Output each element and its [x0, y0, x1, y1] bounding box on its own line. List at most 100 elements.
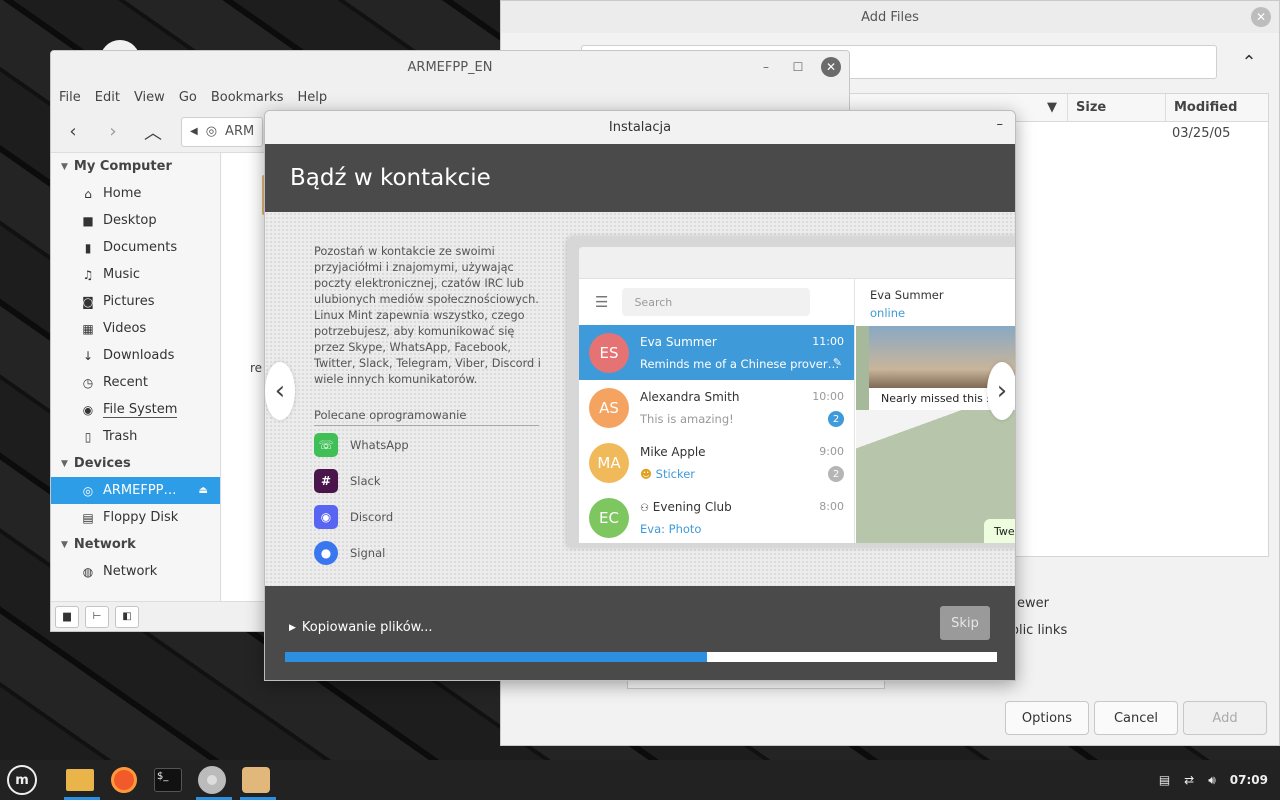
sidebar-section-devices[interactable]: ▼ Devices: [51, 450, 220, 477]
chat-item: ES Eva Summer 11:00 Reminds me of a Chin…: [579, 325, 854, 380]
menu-edit[interactable]: Edit: [95, 90, 130, 105]
telegram-screenshot: ☰ Search ES Eva Summer 11:00 Reminds me …: [567, 237, 1015, 547]
sidebar-item-trash[interactable]: ▯ Trash: [51, 423, 220, 450]
up-icon[interactable]: ︿: [141, 119, 165, 145]
caret-left-icon[interactable]: ◀: [190, 126, 198, 137]
sidebar-item-armefpp[interactable]: ◎ ARMEFPP… ⏏: [51, 477, 220, 504]
eject-icon[interactable]: ⏏: [199, 485, 208, 496]
slack-icon: #: [314, 469, 338, 493]
chat-message-text: Sticker: [655, 467, 696, 481]
trash-icon: ▯: [84, 429, 92, 444]
notes-icon[interactable]: ▤: [1159, 773, 1170, 787]
file-label[interactable]: re: [250, 361, 262, 375]
options-button[interactable]: Options: [1005, 701, 1089, 735]
terminal-icon[interactable]: $_: [152, 765, 184, 795]
sidebar-item-label: Videos: [103, 321, 147, 336]
drive-icon: ◉: [82, 402, 94, 417]
toggle-sidebar-icon[interactable]: ◧: [115, 605, 139, 628]
sidebar-section-my-computer[interactable]: ▼ My Computer: [51, 153, 220, 180]
download-icon: ↓: [82, 348, 94, 363]
avatar: ES: [589, 333, 629, 373]
menu-help[interactable]: Help: [297, 90, 337, 105]
minimize-icon[interactable]: –: [757, 60, 775, 74]
clock[interactable]: 07:09: [1230, 773, 1268, 787]
sidebar-section-network[interactable]: ▼ Network: [51, 531, 220, 558]
add-button[interactable]: Add: [1183, 701, 1267, 735]
sidebar-item-downloads[interactable]: ↓ Downloads: [51, 342, 220, 369]
checkbox-label-links[interactable]: olic links: [1011, 623, 1067, 638]
chat-message: Eva: Photo: [640, 522, 702, 536]
volume-icon[interactable]: 🔊︎: [1208, 773, 1216, 788]
previous-slide-icon[interactable]: ‹: [265, 362, 295, 420]
app-label: Signal: [350, 546, 386, 560]
back-icon[interactable]: ‹: [61, 121, 85, 142]
mint-menu-icon[interactable]: m: [6, 765, 38, 795]
sidebar-item-home[interactable]: ⌂ Home: [51, 180, 220, 207]
recommended-title: Polecane oprogramowanie: [314, 408, 539, 426]
chevron-up-icon[interactable]: ⌃: [1237, 47, 1261, 77]
sidebar-item-label: File System: [103, 401, 178, 418]
forward-icon[interactable]: ›: [101, 121, 125, 142]
sidebar-item-label: Network: [103, 564, 158, 579]
fm-titlebar: ARMEFPP_EN – ☐ ✕: [51, 51, 849, 83]
sidebar-item-pictures[interactable]: ◙ Pictures: [51, 288, 220, 315]
status-expander[interactable]: ▶ Kopiowanie plików...: [289, 620, 432, 635]
sidebar-item-recent[interactable]: ◷ Recent: [51, 369, 220, 396]
minimize-icon[interactable]: –: [997, 117, 1004, 132]
progress-fill: [285, 652, 708, 662]
chat-name: Alexandra Smith: [640, 390, 740, 404]
menu-icon: ☰: [595, 293, 609, 311]
section-label: Network: [73, 537, 136, 552]
document-icon: ▮: [84, 240, 92, 255]
globe-icon: ◍: [82, 564, 94, 579]
breadcrumb[interactable]: ◀ ◎ ARM: [181, 116, 264, 147]
sidebar-item-desktop[interactable]: ■ Desktop: [51, 207, 220, 234]
column-size[interactable]: Size: [1068, 94, 1166, 121]
close-icon[interactable]: ✕: [821, 57, 841, 77]
sidebar-item-music[interactable]: ♫ Music: [51, 261, 220, 288]
next-slide-icon[interactable]: ›: [987, 362, 1015, 420]
chat-name: Mike Apple: [640, 445, 706, 459]
collapse-triangle-icon: ▼: [61, 458, 68, 469]
sidebar-item-network[interactable]: ◍ Network: [51, 558, 220, 585]
floppy-icon: ▤: [82, 510, 94, 525]
sidebar-item-file-system[interactable]: ◉ File System: [51, 396, 220, 423]
menu-bookmarks[interactable]: Bookmarks: [211, 90, 294, 105]
menu-view[interactable]: View: [134, 90, 175, 105]
row-modified: 03/25/05: [1172, 126, 1231, 141]
checkbox-label-viewer[interactable]: ewer: [1017, 596, 1049, 611]
discord-icon: ◉: [314, 505, 338, 529]
files-icon[interactable]: [64, 765, 100, 800]
archive-manager-icon[interactable]: [240, 765, 276, 800]
cancel-button[interactable]: Cancel: [1094, 701, 1178, 735]
network-icon[interactable]: ⇄: [1184, 773, 1194, 787]
contact-status: online: [870, 306, 906, 320]
slide-description: Pozostań w kontakcie ze swoimi przyjació…: [314, 245, 541, 386]
cd-icon[interactable]: [196, 765, 232, 800]
slideshow: Pozostań w kontakcie ze swoimi przyjació…: [265, 212, 1015, 586]
skip-button[interactable]: Skip: [940, 606, 990, 640]
sidebar-item-label: Documents: [103, 240, 178, 255]
add-files-title: Add Files: [861, 9, 919, 25]
sidebar-item-label: Trash: [103, 429, 138, 444]
unread-badge: 2: [828, 411, 844, 427]
menu-go[interactable]: Go: [179, 90, 207, 105]
sidebar-item-videos[interactable]: ▦ Videos: [51, 315, 220, 342]
tree-view-icon[interactable]: ⊢: [85, 605, 109, 628]
places-view-icon[interactable]: ▆: [55, 605, 79, 628]
sidebar-item-documents[interactable]: ▮ Documents: [51, 234, 220, 261]
collapse-triangle-icon: ▼: [61, 539, 68, 550]
sidebar: ▼ My Computer ⌂ Home ■ Desktop ▮ Documents …: [51, 153, 221, 603]
sidebar-item-floppy[interactable]: ▤ Floppy Disk: [51, 504, 220, 531]
chat-time: 9:00: [819, 445, 844, 458]
menu-file[interactable]: File: [59, 90, 91, 105]
chat-time: 11:00: [812, 335, 844, 348]
close-icon[interactable]: ✕: [1251, 7, 1271, 27]
sidebar-item-label: Home: [103, 186, 142, 201]
group-icon: ⚇: [640, 503, 649, 514]
firefox-icon[interactable]: [108, 765, 140, 795]
pin-icon: ✎: [832, 356, 842, 369]
sidebar-item-label: Music: [103, 267, 140, 282]
column-modified[interactable]: Modified: [1166, 94, 1268, 121]
maximize-icon[interactable]: ☐: [789, 60, 807, 74]
